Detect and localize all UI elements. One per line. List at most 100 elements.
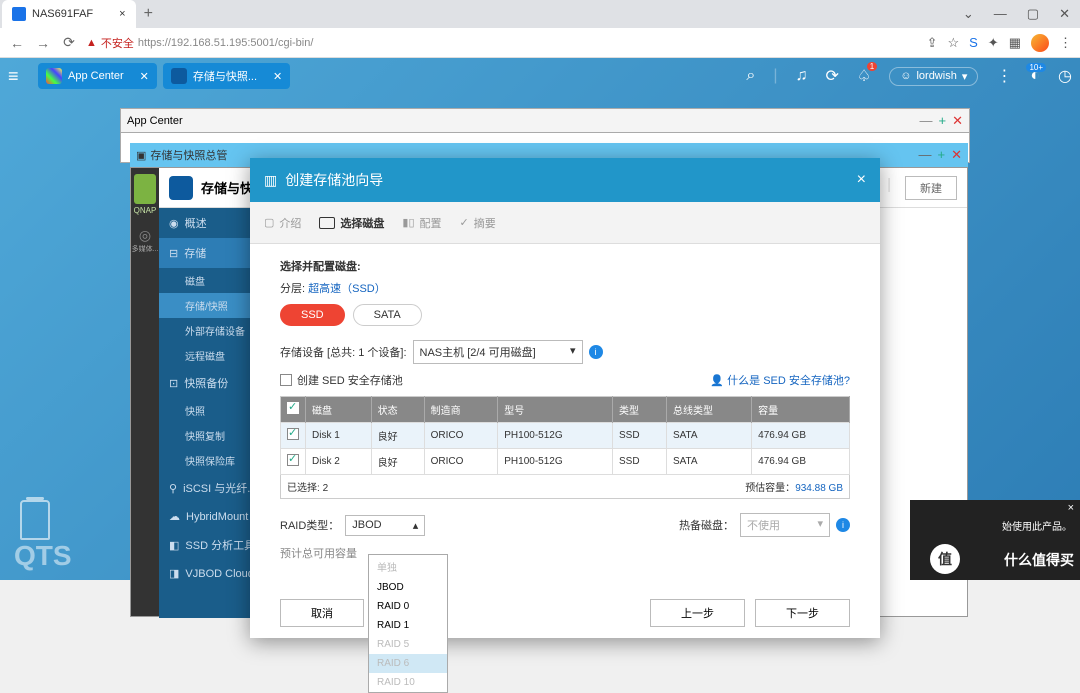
tab-label: App Center xyxy=(68,70,124,82)
task-icon[interactable]: ⟳ xyxy=(825,66,838,86)
share-icon[interactable]: ⇪ xyxy=(927,35,938,51)
sed-help-link[interactable]: 什么是 SED 安全存储池? xyxy=(727,375,850,387)
raid-option[interactable]: RAID 0 xyxy=(369,597,447,616)
forward-button[interactable]: → xyxy=(34,35,52,51)
raid-option[interactable]: JBOD xyxy=(369,578,447,597)
step-summary[interactable]: ✓摘要 xyxy=(460,215,496,231)
back-button[interactable]: ← xyxy=(8,35,26,51)
col-disk[interactable]: 磁盘 xyxy=(306,397,372,423)
more-icon[interactable]: ⋮ xyxy=(996,66,1012,86)
check-icon: ✓ xyxy=(460,216,469,229)
col-vendor[interactable]: 制造商 xyxy=(424,397,498,423)
row-checkbox[interactable] xyxy=(287,428,299,440)
close-icon[interactable]: ✕ xyxy=(951,147,962,163)
step-config[interactable]: ▮▯配置 xyxy=(402,215,441,231)
sed-checkbox[interactable]: 创建 SED 安全存储池 xyxy=(280,372,403,388)
gauge-icon[interactable]: ◷ xyxy=(1058,66,1072,86)
star-icon[interactable]: ☆ xyxy=(947,35,959,51)
row-checkbox[interactable] xyxy=(287,454,299,466)
search-icon[interactable]: ⌕ xyxy=(746,67,755,85)
col-bus[interactable]: 总线类型 xyxy=(666,397,751,423)
close-icon[interactable]: × xyxy=(119,8,125,20)
table-footer: 已选择: 2 预估容量：934.88 GB xyxy=(280,475,850,499)
dashboard-icon[interactable]: ◐10+ xyxy=(1030,67,1040,85)
col-type[interactable]: 类型 xyxy=(613,397,667,423)
device-select[interactable]: NAS主机 [2/4 可用磁盘]▾ xyxy=(413,340,583,364)
pill-sata[interactable]: SATA xyxy=(353,304,422,326)
close-icon[interactable]: ✕ xyxy=(1059,6,1070,22)
window-title: App Center xyxy=(127,115,183,127)
config-icon: ▮▯ xyxy=(402,216,414,229)
spare-label: 热备磁盘： xyxy=(679,517,734,533)
next-button[interactable]: 下一步 xyxy=(755,599,850,627)
col-status[interactable]: 状态 xyxy=(371,397,424,423)
close-icon[interactable]: ✕ xyxy=(952,113,963,129)
disk-table: 磁盘 状态 制造商 型号 类型 总线类型 容量 Disk 1良好ORICOPH1… xyxy=(280,396,850,475)
raid-select[interactable]: JBOD▴ xyxy=(345,515,425,536)
browser-tab[interactable]: NAS691FAF × xyxy=(2,0,136,28)
avatar[interactable] xyxy=(1031,34,1049,52)
raid-option[interactable]: RAID 1 xyxy=(369,616,447,635)
new-button[interactable]: 新建 xyxy=(905,176,957,200)
notification-icon[interactable]: ♤1 xyxy=(857,66,871,86)
appcenter-titlebar[interactable]: App Center — + ✕ xyxy=(120,108,970,133)
info-icon[interactable]: i xyxy=(589,345,603,359)
info-icon[interactable]: i xyxy=(836,518,850,532)
close-icon[interactable]: ✕ xyxy=(140,70,149,83)
minimize-icon[interactable]: — xyxy=(919,147,932,163)
menu-icon[interactable]: ≡ xyxy=(8,66,32,87)
table-row[interactable]: Disk 1良好ORICOPH100-512GSSDSATA476.94 GB xyxy=(281,423,850,449)
maximize-icon[interactable]: ▢ xyxy=(1027,6,1039,22)
raid-option: RAID 5 xyxy=(369,635,447,654)
step-intro[interactable]: ▢介绍 xyxy=(264,215,301,231)
brand-label: 什么值得买 xyxy=(1004,550,1074,570)
close-icon[interactable]: × xyxy=(857,171,866,189)
step-select[interactable]: 选择磁盘 xyxy=(319,215,384,231)
sogou-icon[interactable]: S xyxy=(969,35,978,50)
side-label: 多媒体... xyxy=(131,244,159,254)
window-title: 存储与快照总管 xyxy=(150,147,227,163)
url-text: https://192.168.51.195:5001/cgi-bin/ xyxy=(138,37,314,49)
extensions-icon[interactable]: ✦ xyxy=(988,35,999,51)
col-size[interactable]: 容量 xyxy=(752,397,850,423)
minimize-icon[interactable]: — xyxy=(994,6,1007,22)
cloud-icon: ☁ xyxy=(169,510,180,523)
tab-appcenter[interactable]: App Center ✕ xyxy=(38,63,157,89)
col-model[interactable]: 型号 xyxy=(498,397,613,423)
tab-storage[interactable]: 存储与快照... ✕ xyxy=(163,63,290,89)
close-icon[interactable]: ✕ xyxy=(273,70,282,83)
iscsi-icon: ⚲ xyxy=(169,482,177,495)
maximize-icon[interactable]: + xyxy=(938,147,946,163)
security-warn-label: 不安全 xyxy=(101,35,134,51)
media-icon[interactable]: ◎ xyxy=(131,227,159,244)
tier-link[interactable]: 超高速（SSD） xyxy=(308,283,386,295)
snapshot-icon: ⊡ xyxy=(169,377,178,390)
create-pool-wizard: ▥ 创建存储池向导 × ▢介绍 选择磁盘 ▮▯配置 ✓摘要 选择并配置磁盘: 分… xyxy=(250,158,880,638)
menu-icon[interactable]: ⋮ xyxy=(1059,35,1072,51)
chevron-down-icon[interactable]: ⌄ xyxy=(963,6,974,22)
address-bar[interactable]: ▲ 不安全 https://192.168.51.195:5001/cgi-bi… xyxy=(86,35,919,51)
favicon-icon xyxy=(12,7,26,21)
grid-icon[interactable]: ▦ xyxy=(1009,35,1021,51)
select-all-checkbox[interactable] xyxy=(287,402,299,414)
agent-icon: 👤 xyxy=(710,375,724,387)
maximize-icon[interactable]: + xyxy=(939,113,947,129)
minimize-icon[interactable]: — xyxy=(920,113,933,129)
spare-select[interactable]: 不使用▾ xyxy=(740,513,830,537)
qnap-logo-icon[interactable] xyxy=(134,174,156,204)
cancel-button[interactable]: 取消 xyxy=(280,599,364,627)
close-icon[interactable]: × xyxy=(1068,502,1074,514)
pill-ssd[interactable]: SSD xyxy=(280,304,345,326)
newtab-button[interactable]: + xyxy=(144,5,153,23)
ssd-icon: ◧ xyxy=(169,539,179,552)
qts-logo: QTS xyxy=(14,540,72,572)
volume-icon[interactable]: ♫ xyxy=(795,67,807,85)
disk-icon xyxy=(319,217,335,229)
trash-icon[interactable] xyxy=(20,500,50,540)
user-menu[interactable]: ☺ lordwish ▾ xyxy=(889,67,978,86)
reload-button[interactable]: ⟳ xyxy=(60,34,78,51)
qnap-label: QNAP xyxy=(131,206,159,215)
promo-banner[interactable]: × 始使用此产品。 值 什么值得买 xyxy=(910,500,1080,580)
prev-button[interactable]: 上一步 xyxy=(650,599,745,627)
table-row[interactable]: Disk 2良好ORICOPH100-512GSSDSATA476.94 GB xyxy=(281,449,850,475)
